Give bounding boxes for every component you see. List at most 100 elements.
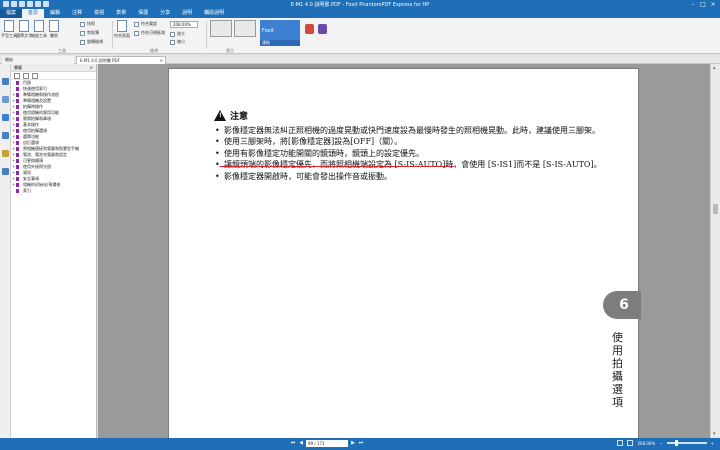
- bookmark-icon: [16, 123, 19, 127]
- caution-bullet: 影像穩定器無法糾正照相機的過度晃動或快門速度設為最慢時發生的照相機晃動。此時，建…: [214, 125, 614, 137]
- continuous-view-icon[interactable]: [627, 440, 634, 446]
- caution-notice: 注意 影像穩定器無法糾正照相機的過度晃動或快門速度設為最慢時發生的照相機晃動。此…: [214, 109, 614, 182]
- tab-view[interactable]: 檢視: [88, 9, 110, 18]
- zoom-out-button[interactable]: 縮小: [170, 39, 185, 45]
- clipboard-button[interactable]: 剪貼簿: [80, 30, 99, 36]
- bookmark-icon: [16, 183, 19, 187]
- tab-file[interactable]: 檔案: [0, 9, 23, 18]
- ribbon-divider: [206, 21, 207, 49]
- bookmark-icon: [16, 165, 19, 169]
- bookmark-options-icon[interactable]: [14, 73, 20, 79]
- single-page-view-icon[interactable]: [617, 440, 624, 446]
- next-page-icon[interactable]: ▶: [350, 440, 356, 447]
- fit-page-icon: [117, 20, 127, 32]
- banner-group-label: 連結: [260, 40, 300, 46]
- bookmark-icon: [16, 87, 19, 91]
- caution-heading: 注意: [214, 109, 614, 122]
- tab-home[interactable]: 首頁: [22, 9, 45, 18]
- tab-start[interactable]: 開始: [2, 56, 74, 64]
- zoom-in-icon[interactable]: +: [711, 441, 714, 446]
- zoom-in-button[interactable]: 放大: [170, 31, 185, 37]
- bookmarks-panel: 書籤 × 目錄 快速使用索引 + 準備相機和操作流程 + 準備相機及設置 + 拍攝時操作…: [11, 64, 97, 438]
- tab-share[interactable]: 分享: [154, 9, 176, 18]
- tab-protect[interactable]: 保護: [132, 9, 154, 18]
- tab-help-2[interactable]: 輔助說明: [198, 9, 230, 18]
- bookmark-icon: [16, 81, 19, 85]
- bookmark-icon: [16, 93, 19, 97]
- from-scan-button[interactable]: [210, 20, 232, 37]
- foxit-banner[interactable]: Foxit 連結: [260, 20, 300, 46]
- ribbon-divider: [112, 21, 113, 49]
- tab-document[interactable]: E-M1 4.0 說明書.PDF ×: [76, 56, 166, 64]
- fit-width-icon: [134, 21, 139, 27]
- add-bookmark-icon[interactable]: [32, 73, 38, 79]
- tab-help[interactable]: 說明: [176, 9, 198, 18]
- bookmark-icon: [16, 147, 19, 151]
- last-page-icon[interactable]: ⏭: [358, 440, 364, 447]
- fit-visible-button[interactable]: 符合可視區域: [134, 30, 165, 36]
- document-tab-bar: 開始 E-M1 4.0 說明書.PDF ×: [0, 55, 720, 64]
- blank-page-button[interactable]: [234, 20, 256, 37]
- tab-form[interactable]: 表單: [110, 9, 132, 18]
- bookmark-icon: [16, 153, 19, 157]
- close-panel-icon[interactable]: ×: [90, 64, 93, 72]
- tab-edit[interactable]: 編輯: [44, 9, 66, 18]
- two-page-button[interactable]: 雙頁: [48, 20, 60, 38]
- bookmark-icon: [16, 117, 19, 121]
- snapshot-button[interactable]: 快照: [80, 21, 95, 27]
- zoom-slider[interactable]: [666, 440, 707, 446]
- close-icon[interactable]: ×: [708, 0, 718, 9]
- window-title: E-M1 4.0 說明書.PDF - Foxit PhantomPDF Expr…: [290, 2, 430, 8]
- title-bar: E-M1 4.0 說明書.PDF - Foxit PhantomPDF Expr…: [0, 0, 720, 9]
- attachments-icon[interactable]: [2, 168, 9, 175]
- prev-page-icon[interactable]: ◀: [298, 440, 304, 447]
- bookmark-item[interactable]: 索引: [11, 188, 96, 194]
- pages-icon[interactable]: [2, 78, 9, 85]
- group-label-view: 檢視: [150, 48, 158, 53]
- zoom-input[interactable]: 208.00%: [170, 21, 198, 28]
- zoom-level: 208.00%: [637, 440, 656, 446]
- status-right: 208.00% − +: [617, 440, 714, 446]
- bookmark-icon: [16, 159, 19, 163]
- scroll-thumb[interactable]: [713, 204, 718, 214]
- minimize-icon[interactable]: –: [688, 0, 698, 9]
- caution-list: 影像穩定器無法糾正照相機的過度晃動或快門速度設為最慢時發生的照相機晃動。此時，建…: [214, 125, 614, 182]
- zoom-in-icon: [170, 31, 175, 37]
- pdf-page: 注意 影像穩定器無法糾正照相機的過度晃動或快門速度設為最慢時發生的照相機晃動。此…: [168, 68, 641, 438]
- comment-icon[interactable]: [305, 24, 314, 34]
- fit-width-button[interactable]: 符合寬度: [134, 21, 157, 27]
- group-label-create: 建立: [226, 48, 234, 53]
- status-bar: ⏮ ◀ 99 / 171 ▶ ⏭ 208.00% − +: [0, 438, 720, 450]
- expand-bookmark-icon[interactable]: [23, 73, 29, 79]
- caution-bullet: 使用有影像穩定功能開關的鏡頭時，鏡頭上的設定優先。: [214, 148, 614, 160]
- zoom-out-icon[interactable]: −: [659, 441, 662, 446]
- comments-panel-icon[interactable]: [2, 132, 9, 139]
- select-text-icon: [19, 20, 29, 32]
- fit-page-button[interactable]: 符合頁面: [114, 20, 130, 38]
- link-icon[interactable]: [318, 24, 327, 34]
- scroll-down-icon[interactable]: ▾: [713, 431, 716, 437]
- bookmarks-panel-icon[interactable]: [2, 96, 9, 103]
- left-tool-strip: [0, 64, 11, 438]
- maximize-icon[interactable]: □: [698, 0, 708, 9]
- two-page-icon: [49, 20, 59, 32]
- group-label-tools: 工具: [58, 48, 66, 53]
- hand-tool-button[interactable]: 手型工具: [1, 20, 17, 38]
- zoom-tool-button[interactable]: 縮放工具: [31, 20, 47, 38]
- layers-icon[interactable]: [2, 114, 9, 121]
- red-underline-annotation[interactable]: [220, 166, 454, 167]
- bookmark-icon: [16, 105, 19, 109]
- tab-comment[interactable]: 注釋: [66, 9, 88, 18]
- first-page-icon[interactable]: ⏮: [290, 440, 296, 447]
- bookmark-icon: [16, 171, 19, 175]
- document-view[interactable]: 注意 影像穩定器無法糾正照相機的過度晃動或快門速度設為最慢時發生的照相機晃動。此…: [98, 64, 710, 438]
- menu-bar: 檔案 首頁 編輯 注釋 檢視 表單 保護 分享 說明 輔助說明: [0, 9, 720, 18]
- rotate-view-button[interactable]: 旋轉檢視: [80, 39, 103, 45]
- page-number-input[interactable]: 99 / 171: [306, 440, 348, 447]
- select-text-button[interactable]: 選擇文字: [16, 20, 32, 38]
- lock-icon[interactable]: [2, 150, 9, 157]
- rotate-icon: [80, 39, 85, 45]
- vertical-scrollbar[interactable]: ▴ ▾: [710, 64, 720, 438]
- zoom-out-icon: [170, 39, 175, 45]
- scroll-up-icon[interactable]: ▴: [713, 65, 716, 71]
